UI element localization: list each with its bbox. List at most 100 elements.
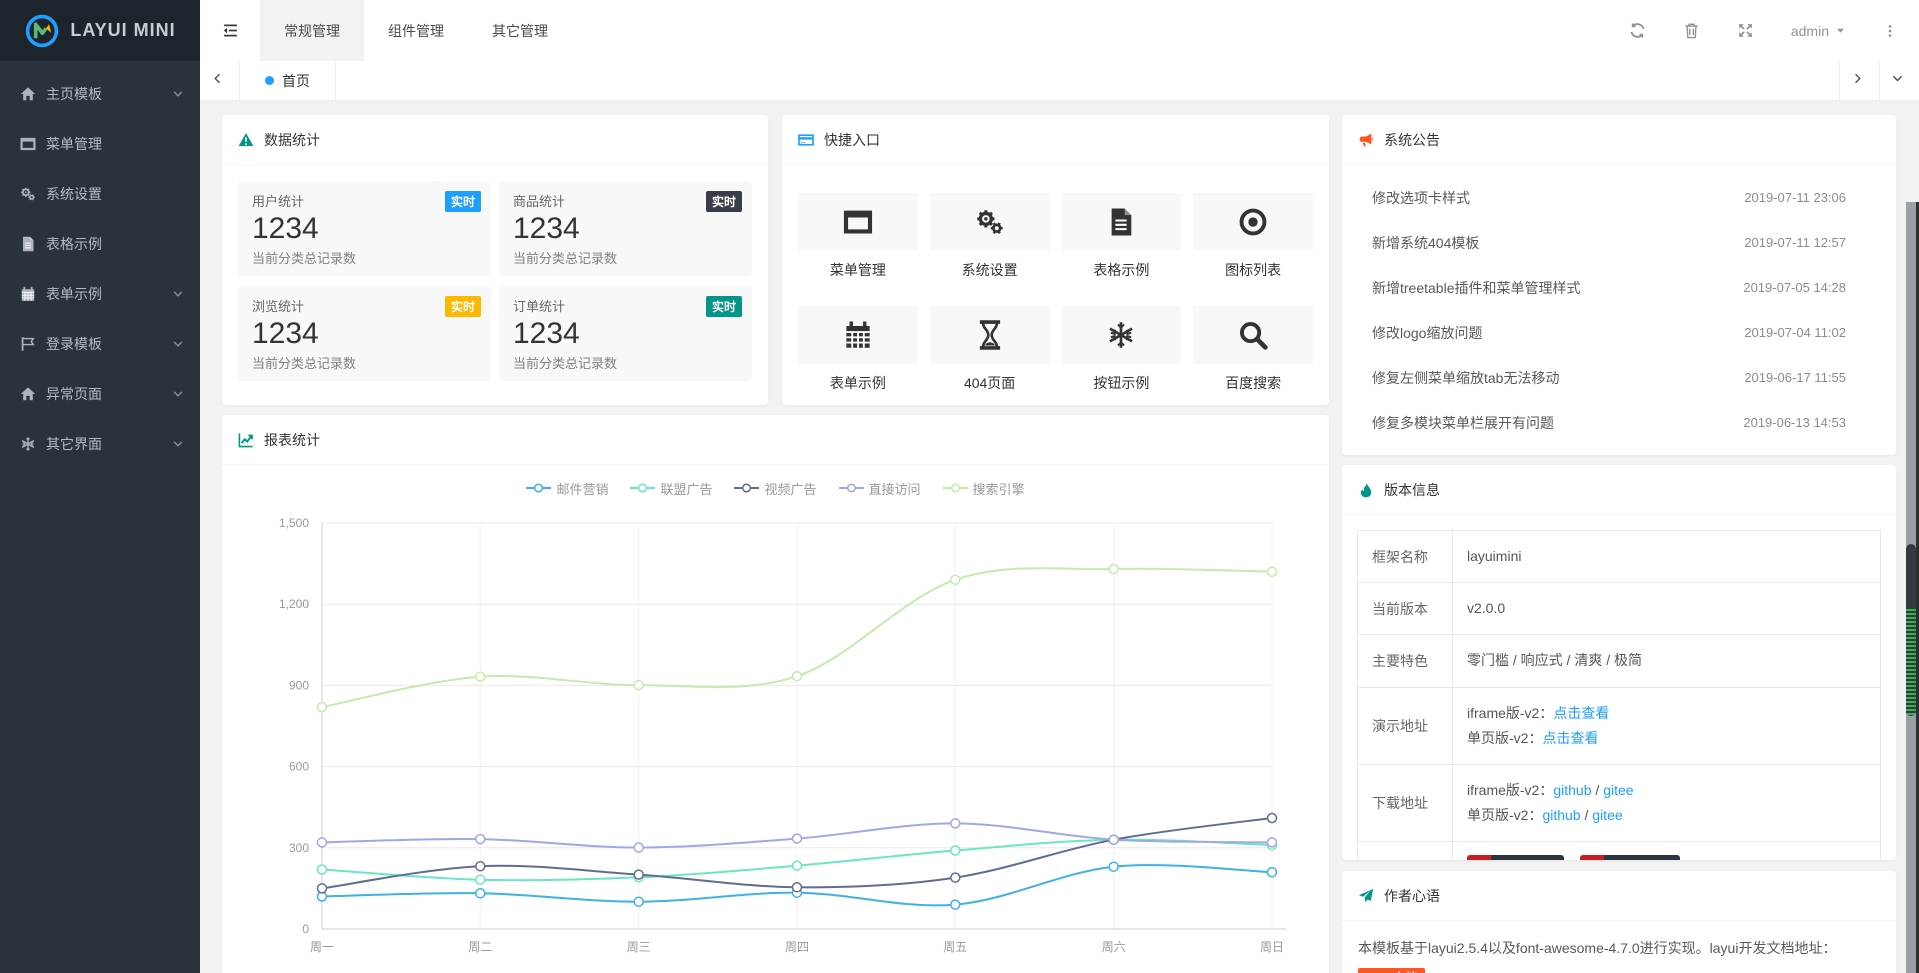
sidebar-item-icon xyxy=(20,236,36,252)
version-row-label: 当前版本 xyxy=(1358,583,1453,635)
version-link[interactable]: github xyxy=(1553,782,1591,798)
legend-label: 直接访问 xyxy=(869,479,921,498)
notice-title: 修复左侧菜单缩放tab无法移动 xyxy=(1372,368,1559,388)
notice-row[interactable]: 修复多模块菜单栏展开有问题 2019-06-13 14:53 xyxy=(1342,400,1896,445)
version-row-value: 零门槛 / 响应式 / 清爽 / 极简 xyxy=(1453,635,1881,687)
version-row: Gitee G941 Stars G278 Forks xyxy=(1358,842,1881,860)
stat-card-title: 浏览统计 xyxy=(252,296,477,315)
version-link[interactable]: gitee xyxy=(1592,807,1622,823)
quick-entry-icon xyxy=(975,207,1005,237)
chevron-down-icon xyxy=(172,88,184,100)
app-logo: LAYUI MINI xyxy=(0,0,200,61)
chevron-down-icon xyxy=(1891,72,1908,89)
more-menu-icon[interactable] xyxy=(1883,23,1897,39)
version-row-value: layuimini xyxy=(1453,531,1881,583)
version-row: 演示地址 iframe版-v2：点击查看单页版-v2：点击查看 xyxy=(1358,687,1881,764)
scrollbar-track[interactable] xyxy=(1906,202,1916,973)
sidebar-toggle-button[interactable] xyxy=(200,0,260,61)
quick-entry-item[interactable]: 按钮示例 xyxy=(1062,306,1182,393)
legend-item[interactable]: 视频广告 xyxy=(734,479,816,498)
sidebar-item[interactable]: 系统设置 xyxy=(0,169,200,219)
top-nav-item[interactable]: 常规管理 xyxy=(260,0,364,61)
svg-text:周六: 周六 xyxy=(1102,940,1126,954)
legend-item[interactable]: 搜索引擎 xyxy=(943,479,1025,498)
user-dropdown[interactable]: admin xyxy=(1791,23,1846,39)
sidebar-item[interactable]: 登录模板 xyxy=(0,319,200,369)
top-nav-item[interactable]: 其它管理 xyxy=(468,0,572,61)
version-link[interactable]: github xyxy=(1542,807,1580,823)
sidebar-item[interactable]: 异常页面 xyxy=(0,369,200,419)
panel-header: 报表统计 xyxy=(222,415,1329,465)
stat-card-title: 用户统计 xyxy=(252,191,477,210)
panel-header: 快捷入口 xyxy=(782,115,1329,165)
sidebar: 主页模板 菜单管理 系统设置 表格示例 xyxy=(0,61,200,973)
quick-entry-item[interactable]: 表格示例 xyxy=(1062,193,1182,280)
trash-icon[interactable] xyxy=(1683,22,1700,39)
quick-entry-icon xyxy=(1106,320,1136,350)
sidebar-item[interactable]: 表格示例 xyxy=(0,219,200,269)
version-row-value: iframe版-v2：github / gitee单页版-v2：github /… xyxy=(1453,764,1881,841)
tab-home[interactable]: 首页 xyxy=(240,61,336,100)
quick-entry-icon-box xyxy=(930,306,1050,364)
realtime-badge: 实时 xyxy=(445,296,481,317)
chart-legend: 邮件营销 联盟广告 视频广告 直接访问 搜索引擎 xyxy=(222,477,1329,499)
version-row-value: iframe版-v2：点击查看单页版-v2：点击查看 xyxy=(1453,687,1881,764)
legend-marker-icon xyxy=(943,483,968,493)
notice-row[interactable]: 新增treetable插件和菜单管理样式 2019-07-05 14:28 xyxy=(1342,265,1896,310)
notice-row[interactable]: 修改logo缩放问题 2019-07-04 11:02 xyxy=(1342,310,1896,355)
top-nav-item[interactable]: 组件管理 xyxy=(364,0,468,61)
gitee-badge[interactable]: G278 Forks xyxy=(1580,855,1680,860)
notice-row[interactable]: 修复左侧菜单缩放tab无法移动 2019-06-17 11:55 xyxy=(1342,355,1896,400)
legend-item[interactable]: 邮件营销 xyxy=(526,479,608,498)
quick-entry-icon xyxy=(975,320,1005,350)
panel-author-words: 作者心语 本模板基于layui2.5.4以及font-awesome-4.7.0… xyxy=(1342,871,1896,973)
header: LAYUI MINI 常规管理 组件管理 其它管理 xyxy=(0,0,1919,61)
stat-card-title: 订单统计 xyxy=(513,296,738,315)
quick-entry-item[interactable]: 系统设置 xyxy=(930,193,1050,280)
legend-label: 邮件营销 xyxy=(556,479,608,498)
sidebar-item[interactable]: 菜单管理 xyxy=(0,119,200,169)
version-link[interactable]: gitee xyxy=(1603,782,1633,798)
version-link[interactable]: 点击查看 xyxy=(1553,705,1609,721)
tabs-dropdown-button[interactable] xyxy=(1879,61,1919,100)
top-nav: 常规管理 组件管理 其它管理 xyxy=(260,0,572,61)
gitee-badge[interactable]: G941 Stars xyxy=(1467,855,1564,860)
legend-item[interactable]: 直接访问 xyxy=(839,479,921,498)
notice-row[interactable]: 修改选项卡样式 2019-07-11 23:06 xyxy=(1342,175,1896,220)
quick-entry-item[interactable]: 百度搜索 xyxy=(1193,306,1313,393)
sidebar-item[interactable]: 其它界面 xyxy=(0,419,200,469)
author-paragraph: 本模板基于layui2.5.4以及font-awesome-4.7.0进行实现。… xyxy=(1358,934,1880,963)
tabs-scroll-right-button[interactable] xyxy=(1839,61,1879,100)
scrollbar-thumb[interactable] xyxy=(1906,544,1916,716)
quick-entry-item[interactable]: 404页面 xyxy=(930,306,1050,393)
stat-card-value: 1234 xyxy=(513,212,738,247)
layui-doc-badge[interactable]: layui文档 xyxy=(1358,968,1425,973)
version-row-label: Gitee xyxy=(1358,842,1453,860)
notice-date: 2019-07-11 12:57 xyxy=(1744,235,1846,250)
tabs-scroll-left-button[interactable] xyxy=(200,61,240,100)
sidebar-item-icon xyxy=(20,336,36,352)
legend-item[interactable]: 联盟广告 xyxy=(630,479,712,498)
gitee-icon: G xyxy=(1580,855,1604,860)
sidebar-item[interactable]: 表单示例 xyxy=(0,269,200,319)
quick-entry-item[interactable]: 菜单管理 xyxy=(798,193,918,280)
panel-data-statistics: 数据统计 用户统计 实时 1234 当前分类总记录数 商品统计 实时 1234 xyxy=(222,115,768,405)
notice-row[interactable]: 新增系统404模板 2019-07-11 12:57 xyxy=(1342,220,1896,265)
panel-quick-entry: 快捷入口 菜单管理 系统设置 xyxy=(782,115,1329,405)
stat-card: 商品统计 实时 1234 当前分类总记录数 xyxy=(499,181,752,276)
sidebar-item-label: 菜单管理 xyxy=(46,134,102,154)
quick-entry-icon xyxy=(1238,207,1268,237)
sidebar-item-label: 系统设置 xyxy=(46,184,102,204)
realtime-badge: 实时 xyxy=(706,191,742,212)
gitee-badge-text: 278 Forks xyxy=(1604,855,1680,860)
quick-entry-item[interactable]: 图标列表 xyxy=(1193,193,1313,280)
version-link[interactable]: 点击查看 xyxy=(1542,730,1598,746)
quick-entry-item[interactable]: 表单示例 xyxy=(798,306,918,393)
refresh-icon[interactable] xyxy=(1629,22,1646,39)
chevron-down-icon xyxy=(172,388,184,400)
fullscreen-icon[interactable] xyxy=(1737,22,1754,39)
outdent-icon xyxy=(222,22,239,39)
sidebar-item[interactable]: 主页模板 xyxy=(0,69,200,119)
panel-report-statistics: 报表统计 邮件营销联盟广告视频广告直接访问搜索引擎 03006009001,20… xyxy=(222,415,1329,973)
stat-cards: 用户统计 实时 1234 当前分类总记录数 商品统计 实时 1234 当前分类总… xyxy=(238,181,752,381)
